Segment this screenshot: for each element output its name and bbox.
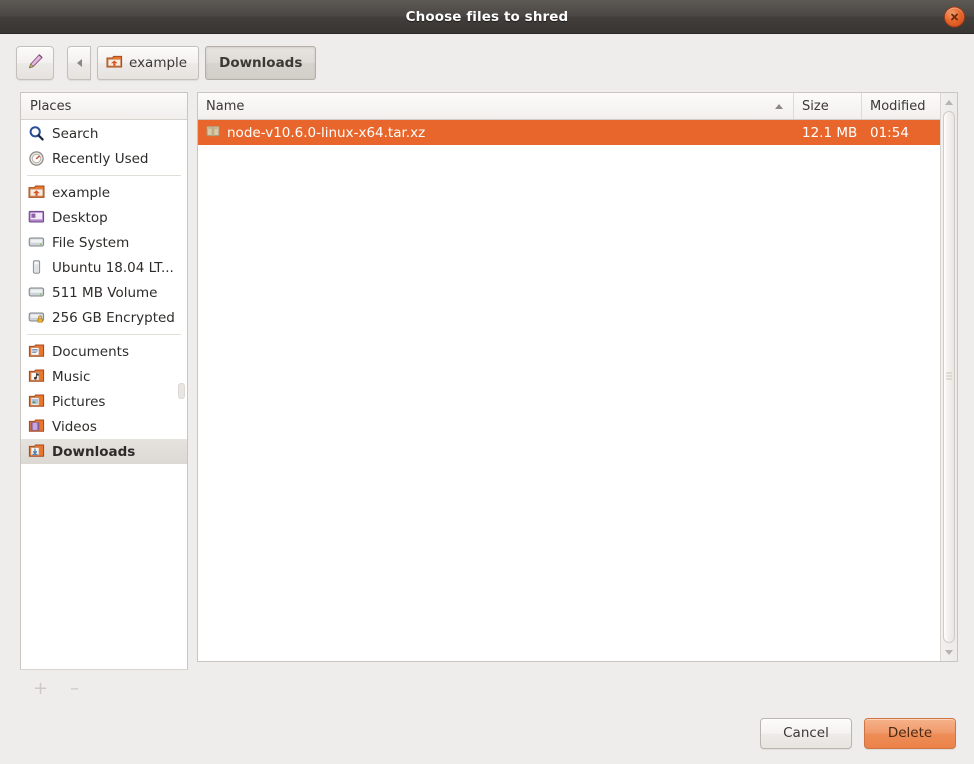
sidebar-separator	[27, 175, 181, 176]
sidebar-item-downloads[interactable]: Downloads	[21, 439, 187, 464]
scroll-up-button[interactable]	[945, 95, 953, 109]
column-header-modified-label: Modified	[870, 98, 926, 114]
sidebar-item-label: Recently Used	[52, 150, 149, 167]
home-folder-icon	[28, 184, 45, 201]
sidebar-item-256gb-encrypted[interactable]: 256 GB Encrypted	[21, 305, 187, 330]
column-header-name[interactable]: Name	[198, 93, 794, 119]
sidebar-item-label: Music	[52, 368, 91, 385]
videos-folder-icon	[28, 418, 45, 435]
sidebar-item-videos[interactable]: Videos	[21, 414, 187, 439]
sidebar-item-511mb-volume[interactable]: 511 MB Volume	[21, 280, 187, 305]
places-list: Search Recently Used example Desktop Fil…	[21, 120, 187, 464]
file-list-area: Name Size Modified node-v10.6.0-linux-x6…	[197, 92, 958, 708]
remove-bookmark-button[interactable]: –	[70, 680, 79, 698]
pictures-folder-icon	[28, 393, 45, 410]
column-header-size-label: Size	[802, 98, 829, 114]
sidebar-item-label: Ubuntu 18.04 LT...	[52, 259, 174, 276]
scroll-down-button[interactable]	[945, 645, 953, 659]
places-header: Places	[21, 93, 187, 120]
archive-file-icon	[206, 124, 220, 142]
drive-icon	[28, 234, 45, 251]
chevron-up-icon	[945, 99, 953, 105]
sidebar-item-label: File System	[52, 234, 130, 251]
encrypted-drive-icon	[28, 309, 45, 326]
drive-icon	[28, 284, 45, 301]
sidebar-item-example[interactable]: example	[21, 180, 187, 205]
sidebar-item-documents[interactable]: Documents	[21, 339, 187, 364]
sidebar-item-label: Pictures	[52, 393, 106, 410]
table-row[interactable]: node-v10.6.0-linux-x64.tar.xz 12.1 MB 01…	[198, 120, 940, 145]
path-back-button[interactable]	[67, 46, 91, 80]
add-bookmark-button[interactable]: +	[33, 680, 48, 698]
sidebar-item-label: 511 MB Volume	[52, 284, 158, 301]
chevron-down-icon	[945, 649, 953, 655]
sidebar-item-label: Desktop	[52, 209, 108, 226]
title-bar: Choose files to shred	[0, 0, 974, 34]
desktop-icon	[28, 209, 45, 226]
breadcrumb-example[interactable]: example	[97, 46, 200, 80]
downloads-folder-icon	[28, 443, 45, 460]
sidebar-item-ubuntu-volume[interactable]: Ubuntu 18.04 LT...	[21, 255, 187, 280]
file-modified-cell: 01:54	[870, 124, 909, 141]
sidebar-item-recently-used[interactable]: Recently Used	[21, 146, 187, 171]
window-title: Choose files to shred	[405, 8, 569, 25]
recent-clock-icon	[28, 150, 45, 167]
sidebar-item-pictures[interactable]: Pictures	[21, 389, 187, 414]
sidebar-item-label: Videos	[52, 418, 97, 435]
scrollbar-grip-icon	[946, 372, 952, 382]
pencil-icon	[26, 52, 45, 75]
column-header-modified[interactable]: Modified	[862, 93, 940, 119]
sidebar-item-label: Search	[52, 125, 99, 142]
sidebar-actions: + –	[20, 670, 188, 708]
dialog-footer: Cancel Delete	[0, 708, 974, 764]
delete-button[interactable]: Delete	[864, 717, 956, 749]
sidebar-item-desktop[interactable]: Desktop	[21, 205, 187, 230]
usb-drive-icon	[28, 259, 45, 276]
type-filename-button[interactable]	[16, 46, 54, 80]
file-size-cell: 12.1 MB	[802, 124, 858, 141]
file-list-header: Name Size Modified	[198, 93, 940, 120]
sort-ascending-icon	[775, 103, 783, 109]
documents-folder-icon	[28, 343, 45, 360]
sidebar-item-label: Downloads	[52, 443, 136, 460]
search-icon	[28, 125, 45, 142]
breadcrumb-downloads-label: Downloads	[219, 55, 303, 71]
column-header-name-label: Name	[206, 98, 245, 114]
music-folder-icon	[28, 368, 45, 385]
file-list-frame: Name Size Modified node-v10.6.0-linux-x6…	[197, 92, 958, 662]
sidebar-separator	[27, 334, 181, 335]
scrollbar-thumb[interactable]	[943, 111, 955, 643]
close-icon	[949, 11, 960, 22]
path-toolbar: example Downloads	[0, 34, 974, 92]
dialog-body: Places Search Recently Used example Desk…	[0, 92, 974, 708]
sidebar-item-music[interactable]: Music	[21, 364, 187, 389]
breadcrumb-downloads[interactable]: Downloads	[205, 46, 317, 80]
breadcrumb-example-label: example	[129, 55, 188, 71]
chevron-left-icon	[76, 59, 82, 67]
home-folder-icon	[106, 54, 123, 73]
places-panel: Places Search Recently Used example Desk…	[20, 92, 188, 670]
sidebar-item-label: example	[52, 184, 111, 201]
sidebar-item-label: Documents	[52, 343, 129, 360]
column-header-size[interactable]: Size	[794, 93, 862, 119]
sidebar: Places Search Recently Used example Desk…	[20, 92, 188, 708]
file-name-label: node-v10.6.0-linux-x64.tar.xz	[227, 124, 426, 141]
file-name-cell: node-v10.6.0-linux-x64.tar.xz	[198, 124, 794, 142]
choose-files-dialog: Choose files to shred example Downloads …	[0, 0, 974, 764]
sidebar-scrollbar-grip[interactable]	[178, 383, 185, 400]
sidebar-item-label: 256 GB Encrypted	[52, 309, 175, 326]
cancel-button[interactable]: Cancel	[760, 717, 852, 749]
file-list-rows: node-v10.6.0-linux-x64.tar.xz 12.1 MB 01…	[198, 120, 940, 661]
sidebar-scrollbar[interactable]	[178, 123, 185, 665]
sidebar-item-file-system[interactable]: File System	[21, 230, 187, 255]
file-list: Name Size Modified node-v10.6.0-linux-x6…	[198, 93, 940, 661]
close-button[interactable]	[944, 6, 965, 27]
file-list-scrollbar[interactable]	[940, 93, 957, 661]
sidebar-item-search[interactable]: Search	[21, 121, 187, 146]
